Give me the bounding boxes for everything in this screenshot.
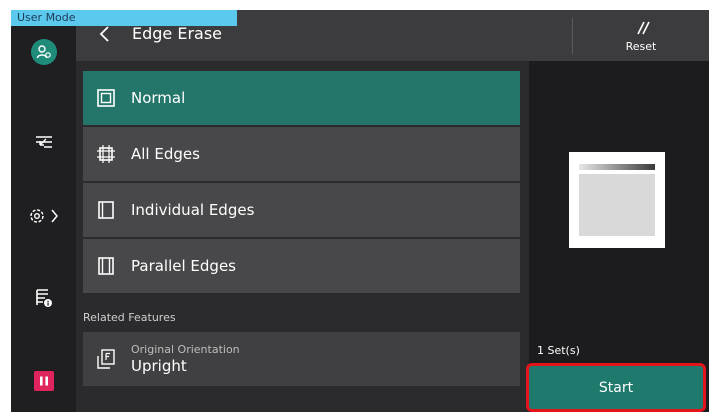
back-button[interactable] [94, 23, 116, 45]
option-normal[interactable]: Normal [83, 71, 520, 125]
user-button[interactable] [11, 36, 76, 68]
option-parallel-edges[interactable]: Parallel Edges [83, 239, 520, 293]
original-orientation-item[interactable]: Original Orientation Upright [83, 332, 520, 386]
left-sidebar [11, 10, 76, 412]
individual-edges-icon [95, 199, 117, 221]
job-status-button[interactable] [11, 282, 76, 314]
reset-label: Reset [625, 40, 657, 53]
job-status-icon [35, 289, 52, 307]
related-features-heading: Related Features [83, 311, 176, 324]
all-edges-icon [95, 143, 117, 165]
header-divider [572, 18, 573, 54]
reset-icon [637, 21, 650, 35]
chevron-left-icon [99, 26, 109, 42]
preview-edge-bar [579, 164, 655, 170]
user-icon [30, 39, 57, 65]
option-label: Parallel Edges [131, 257, 236, 275]
option-all-edges[interactable]: All Edges [83, 127, 520, 181]
stop-button[interactable] [11, 366, 76, 396]
option-label: All Edges [131, 145, 200, 163]
start-button[interactable]: Start [526, 363, 706, 412]
start-label: Start [598, 379, 634, 396]
mode-tab: User Mode [11, 10, 237, 26]
preview-page [579, 174, 655, 236]
option-label: Individual Edges [131, 201, 255, 219]
gear-icon [29, 209, 58, 223]
option-label: Normal [131, 89, 186, 107]
original-orientation-label: Original Orientation [131, 342, 240, 356]
edge-erase-preview [569, 152, 665, 248]
normal-frame-icon [95, 87, 117, 109]
orientation-icon [95, 348, 117, 370]
reset-button[interactable]: Reset [616, 14, 666, 58]
sort-button[interactable] [11, 126, 76, 158]
original-orientation-value: Upright [131, 356, 187, 375]
original-orientation-texts: Original Orientation Upright [131, 343, 240, 376]
device-settings-button[interactable] [11, 200, 76, 232]
option-individual-edges[interactable]: Individual Edges [83, 183, 520, 237]
sort-icon [35, 136, 52, 148]
page-title: Edge Erase [132, 24, 223, 43]
device-screen: User Mode Edge Erase Reset Normal All Ed… [11, 10, 709, 412]
sets-count: 1 Set(s) [537, 344, 580, 357]
parallel-edges-icon [95, 255, 117, 277]
pause-icon [33, 371, 54, 391]
